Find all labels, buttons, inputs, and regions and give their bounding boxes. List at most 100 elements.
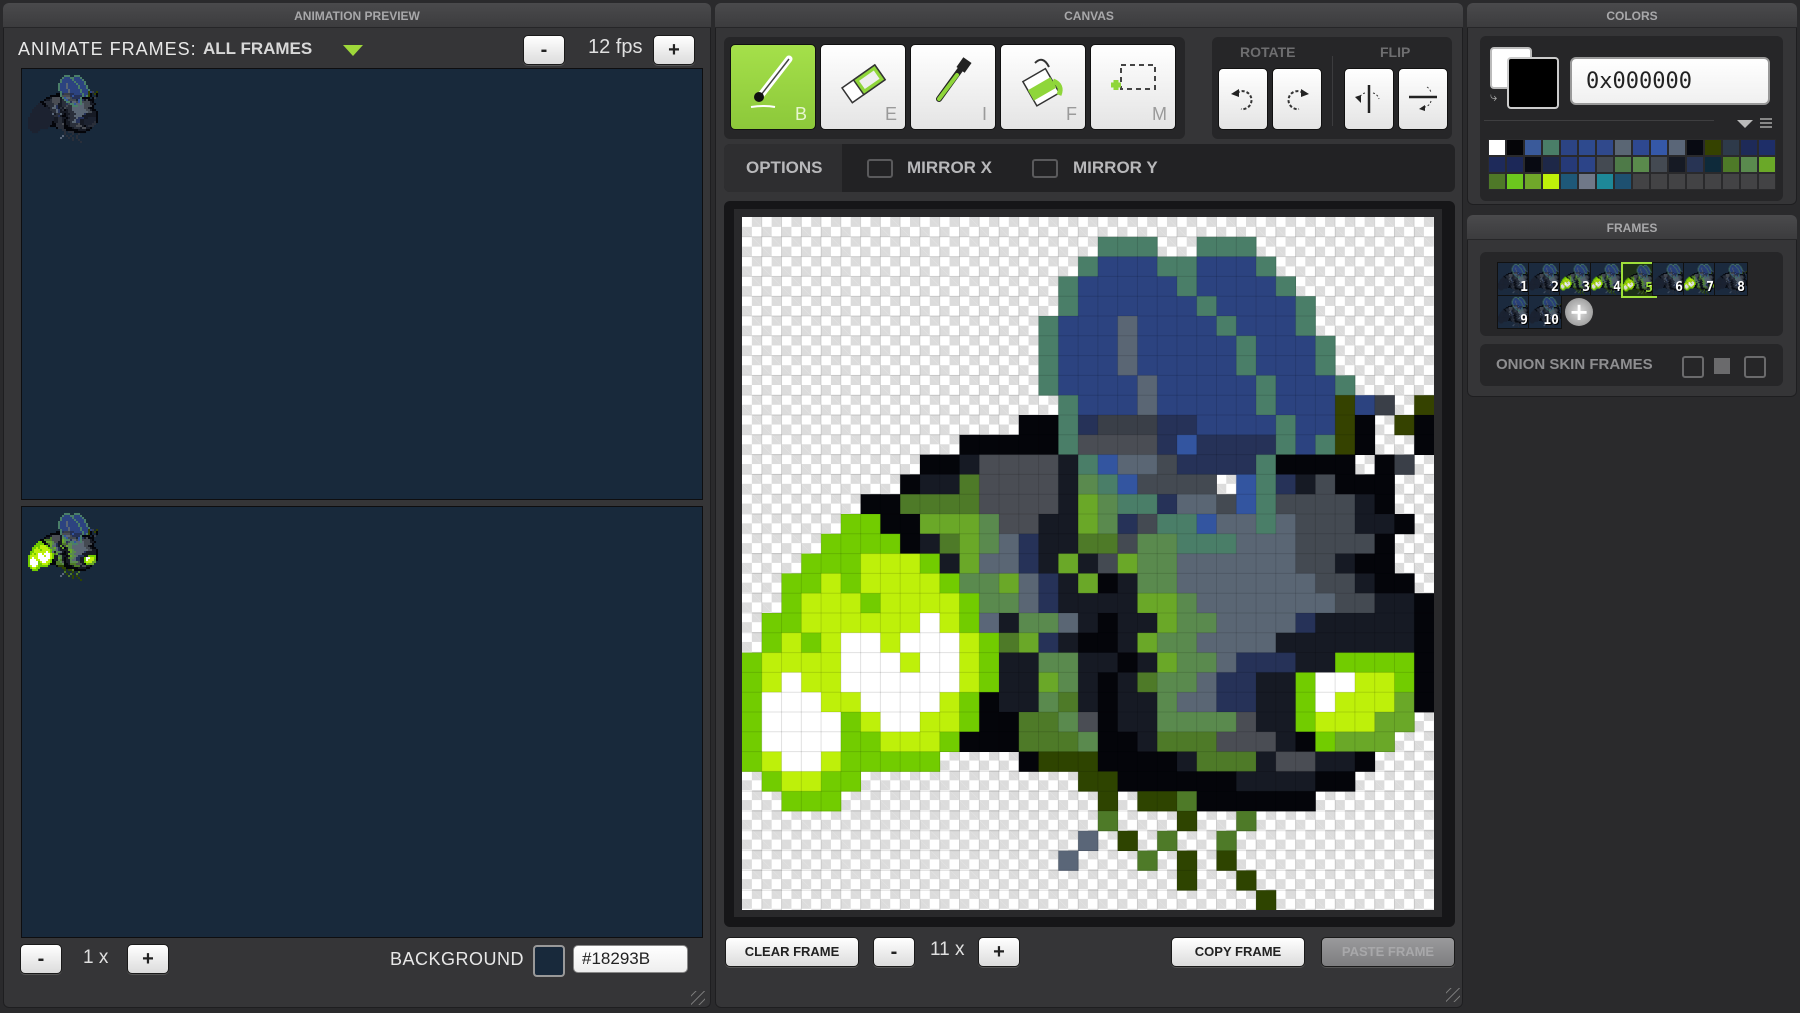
palette-swatch[interactable] — [1542, 139, 1560, 156]
sprite-pixel — [84, 565, 87, 568]
preview-zoom-increase-button[interactable]: + — [127, 944, 169, 974]
palette-menu-arrow-icon[interactable] — [1737, 120, 1753, 128]
palette-swatch[interactable] — [1758, 139, 1776, 156]
marquee-tool-button[interactable]: M — [1090, 44, 1176, 130]
canvas-zoom-decrease-button[interactable]: - — [873, 937, 915, 967]
palette-swatch[interactable] — [1614, 156, 1632, 173]
sprite-pixel — [1611, 276, 1613, 278]
paste-frame-button[interactable]: PASTE FRAME — [1321, 937, 1455, 967]
sprite-pixel — [72, 577, 75, 580]
palette-menu-icon[interactable] — [1760, 118, 1772, 128]
onion-skin-prev-toggle[interactable] — [1682, 356, 1704, 378]
palette-swatch[interactable] — [1704, 139, 1722, 156]
background-color-input[interactable] — [573, 945, 688, 973]
palette-swatch[interactable] — [1650, 156, 1668, 173]
frame-thumbnail[interactable]: 1 — [1497, 262, 1531, 296]
primary-color-swatch[interactable] — [1507, 57, 1559, 109]
color-hex-input[interactable] — [1570, 57, 1770, 105]
palette-swatch[interactable] — [1704, 156, 1722, 173]
flip-vertical-button[interactable] — [1398, 68, 1448, 130]
palette-swatch[interactable] — [1488, 173, 1506, 190]
palette-swatch[interactable] — [1686, 156, 1704, 173]
fps-decrease-button[interactable]: - — [523, 35, 565, 65]
palette-swatch[interactable] — [1488, 139, 1506, 156]
sprite-pixel — [1618, 273, 1620, 274]
palette-swatch[interactable] — [1758, 156, 1776, 173]
palette-swatch[interactable] — [1560, 139, 1578, 156]
sprite-pixel — [1581, 271, 1583, 273]
palette-swatch[interactable] — [1668, 139, 1686, 156]
sprite-pixel — [66, 559, 69, 562]
palette-swatch[interactable] — [1650, 139, 1668, 156]
flip-horizontal-button[interactable] — [1344, 68, 1394, 130]
palette-swatch[interactable] — [1578, 139, 1596, 156]
fill-tool-button[interactable]: F — [1000, 44, 1086, 130]
clear-frame-button[interactable]: CLEAR FRAME — [725, 937, 859, 967]
palette-swatch[interactable] — [1506, 156, 1524, 173]
eyedropper-tool-button[interactable]: I — [910, 44, 996, 130]
frame-thumbnail[interactable]: 4 — [1590, 262, 1624, 296]
palette-swatch[interactable] — [1722, 173, 1740, 190]
canvas-resize-handle[interactable] — [1446, 988, 1460, 1002]
sprite-pixel — [1521, 270, 1523, 272]
palette-swatch[interactable] — [1722, 156, 1740, 173]
palette-swatch[interactable] — [1704, 173, 1722, 190]
palette-swatch[interactable] — [1488, 156, 1506, 173]
palette-swatch[interactable] — [1614, 139, 1632, 156]
sprite-pixel — [84, 569, 87, 572]
palette-swatch[interactable] — [1740, 139, 1758, 156]
fps-increase-button[interactable]: + — [653, 35, 695, 65]
rotate-cw-button[interactable] — [1272, 68, 1322, 130]
sprite-pixel — [1612, 275, 1614, 277]
canvas-zoom-increase-button[interactable]: + — [978, 937, 1020, 967]
palette-swatch[interactable] — [1686, 139, 1704, 156]
palette-swatch[interactable] — [1614, 173, 1632, 190]
palette-swatch[interactable] — [1668, 156, 1686, 173]
eraser-tool-button[interactable]: E — [820, 44, 906, 130]
palette-swatch[interactable] — [1632, 156, 1650, 173]
animate-frames-dropdown[interactable]: ALL FRAMES — [203, 37, 373, 63]
sprite-pixel — [1521, 277, 1523, 279]
palette-swatch[interactable] — [1578, 173, 1596, 190]
drawing-canvas[interactable] — [742, 217, 1434, 910]
onion-skin-next-toggle[interactable] — [1744, 356, 1766, 378]
palette-swatch[interactable] — [1686, 173, 1704, 190]
palette-swatch[interactable] — [1632, 173, 1650, 190]
palette-swatch[interactable] — [1578, 156, 1596, 173]
sprite-pixel — [1560, 285, 1562, 287]
preview-resize-handle[interactable] — [691, 991, 705, 1005]
palette-swatch[interactable] — [1758, 173, 1776, 190]
sprite-pixel — [1603, 277, 1605, 279]
palette-swatch[interactable] — [1722, 139, 1740, 156]
palette-swatch[interactable] — [1740, 173, 1758, 190]
palette-swatch[interactable] — [1506, 139, 1524, 156]
sprite-pixel — [1576, 265, 1578, 267]
palette-swatch[interactable] — [1542, 156, 1560, 173]
palette-swatch[interactable] — [1524, 173, 1542, 190]
sprite-pixel — [1554, 273, 1556, 274]
preview-zoom-decrease-button[interactable]: - — [20, 944, 62, 974]
palette-swatch[interactable] — [1524, 139, 1542, 156]
palette-swatch[interactable] — [1560, 156, 1578, 173]
frame-thumbnail[interactable]: 3 — [1559, 262, 1593, 296]
background-color-swatch[interactable] — [533, 945, 565, 977]
palette-swatch[interactable] — [1632, 139, 1650, 156]
palette-swatch[interactable] — [1596, 156, 1614, 173]
brush-tool-button[interactable]: B — [730, 44, 816, 130]
palette-swatch[interactable] — [1650, 173, 1668, 190]
palette-swatch[interactable] — [1596, 173, 1614, 190]
swap-colors-icon[interactable]: ⤷ — [1490, 90, 1497, 105]
palette-swatch[interactable] — [1560, 173, 1578, 190]
palette-swatch[interactable] — [1740, 156, 1758, 173]
palette-swatch[interactable] — [1668, 173, 1686, 190]
sprite-pixel — [1533, 284, 1535, 285]
mirror-x-checkbox[interactable] — [867, 159, 893, 178]
palette-swatch[interactable] — [1506, 173, 1524, 190]
rotate-ccw-button[interactable] — [1218, 68, 1268, 130]
palette-swatch[interactable] — [1524, 156, 1542, 173]
palette-swatch[interactable] — [1542, 173, 1560, 190]
palette-swatch[interactable] — [1596, 139, 1614, 156]
copy-frame-button[interactable]: COPY FRAME — [1171, 937, 1305, 967]
frame-thumbnail[interactable]: 2 — [1528, 262, 1562, 296]
mirror-y-checkbox[interactable] — [1032, 159, 1058, 178]
